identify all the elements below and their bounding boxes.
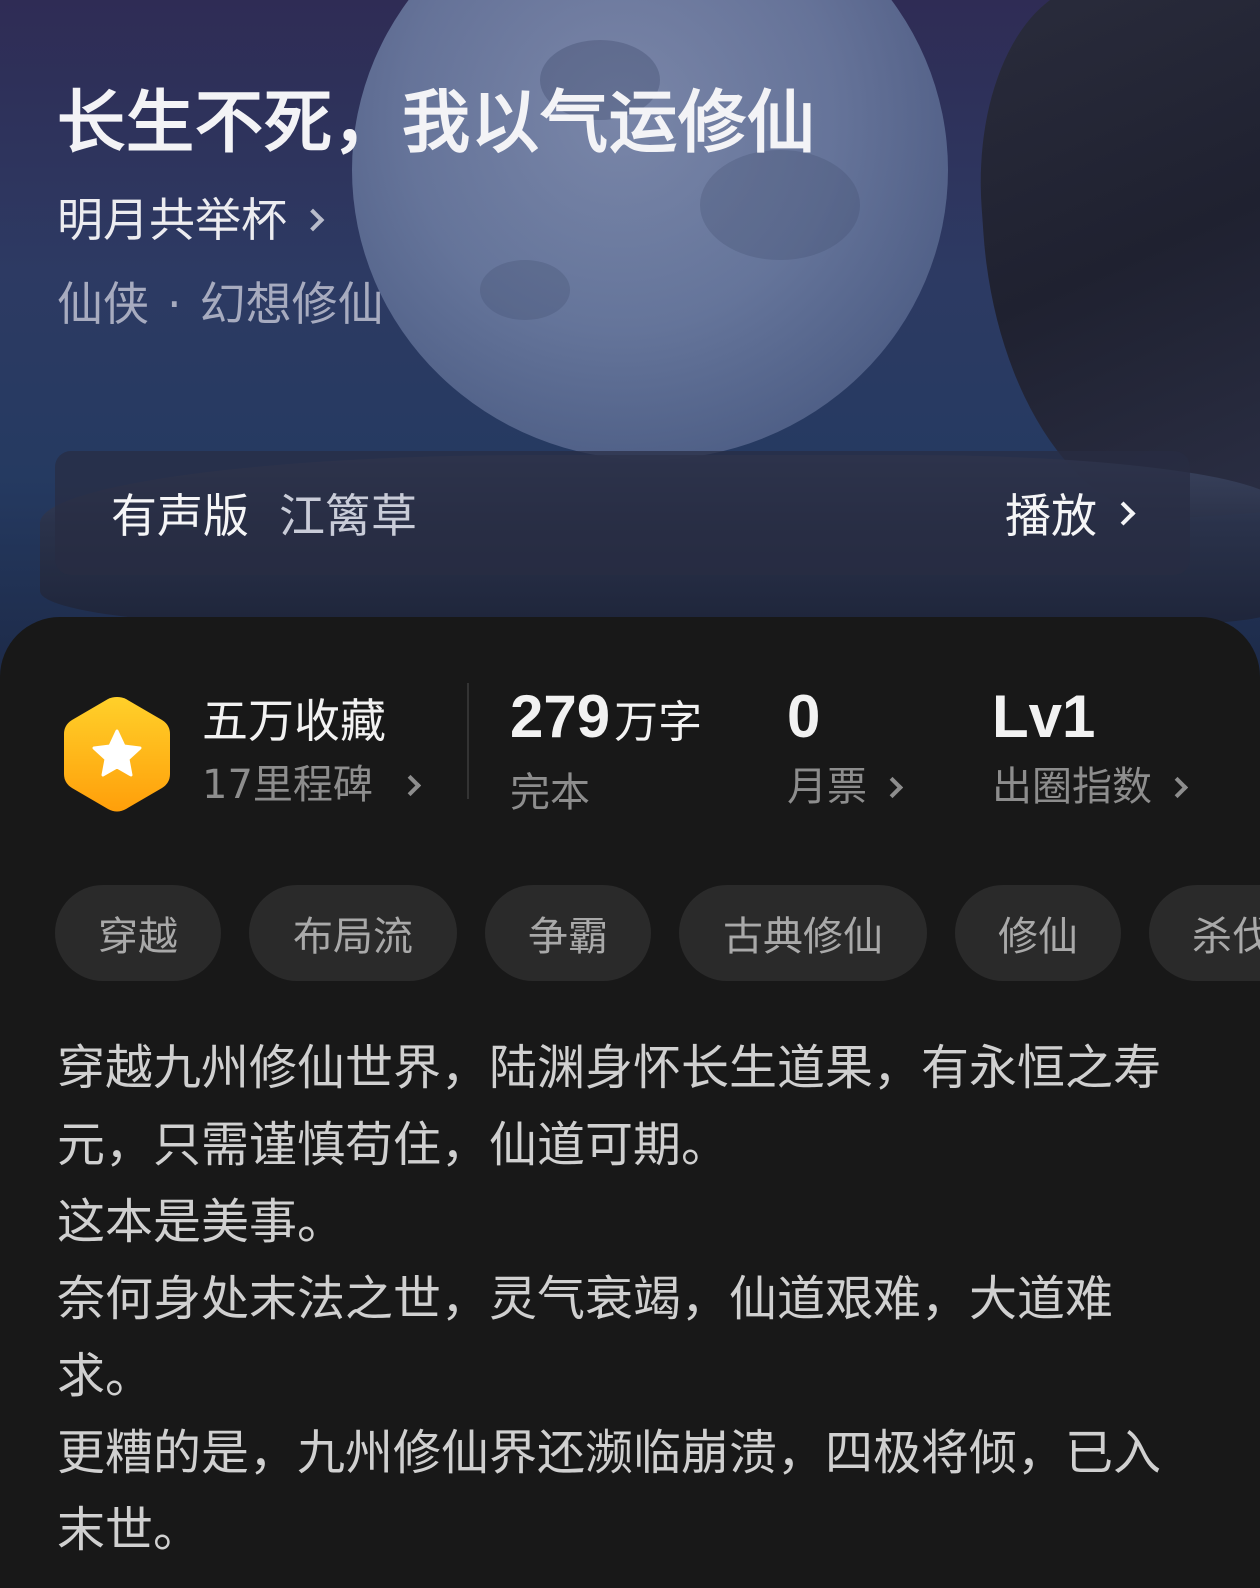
synopsis-paragraph: 更糟的是，九州修仙界还濒临崩溃，四极将倾，已入末世。: [57, 1425, 1162, 1558]
monthly-tickets-stat[interactable]: 0 月票: [787, 679, 904, 815]
tag-chip[interactable]: 穿越: [55, 885, 221, 981]
play-button[interactable]: 播放: [1005, 480, 1136, 546]
subgenre: 幻想修仙: [199, 277, 384, 331]
genre-separator: ·: [167, 277, 182, 331]
star-badge-icon: [62, 693, 172, 815]
author-name: 明月共举杯: [57, 193, 287, 247]
popularity-value: Lv1: [992, 683, 1096, 750]
book-info-panel: 五万收藏 17里程碑 279 万字 完本 0 月票 Lv1 出圈指数 穿越 布局…: [0, 617, 1260, 1588]
book-synopsis: 穿越九州修仙世界，陆渊身怀长生道果，有永恒之寿元，只需谨慎苟住，仙道可期。 这本…: [57, 1030, 1177, 1569]
hero-cover: 长生不死，我以气运修仙 明月共举杯 仙侠 · 幻想修仙 有声版 江篱草 播放: [0, 0, 1260, 680]
book-detail-page: 长生不死，我以气运修仙 明月共举杯 仙侠 · 幻想修仙 有声版 江篱草 播放 五…: [0, 0, 1260, 1588]
chevron-right-icon: [1111, 500, 1136, 526]
genre-line[interactable]: 仙侠 · 幻想修仙: [57, 272, 384, 336]
favorites-count: 五万收藏: [202, 694, 386, 748]
audiobook-label: 有声版: [111, 489, 249, 543]
popularity-label: 出圈指数: [992, 764, 1152, 810]
chevron-right-icon: [399, 774, 422, 796]
word-count-unit: 万字: [614, 697, 703, 748]
tag-list: 穿越 布局流 争霸 古典修仙 修仙 杀伐: [55, 885, 1260, 985]
word-count-value: 279: [510, 683, 611, 750]
synopsis-paragraph: 这本是美事。: [57, 1194, 346, 1250]
monthly-tickets-label: 月票: [787, 764, 867, 810]
play-label: 播放: [1005, 489, 1097, 543]
milestones-link[interactable]: 17里程碑: [202, 757, 422, 813]
chevron-right-icon: [881, 776, 904, 798]
stats-divider: [467, 683, 469, 799]
genre: 仙侠: [57, 277, 149, 331]
chevron-right-icon: [301, 208, 325, 232]
narrator-name: 江篱草: [279, 489, 417, 543]
milestones-label: 17里程碑: [202, 762, 373, 808]
tag-chip[interactable]: 古典修仙: [679, 885, 927, 981]
word-count-stat: 279 万字 完本: [510, 679, 702, 821]
completion-status: 完本: [510, 770, 590, 816]
book-title: 长生不死，我以气运修仙: [57, 83, 817, 163]
monthly-tickets-value: 0: [787, 683, 821, 750]
synopsis-paragraph: 奈何身处末法之世，灵气衰竭，仙道艰难，大道难求。: [57, 1271, 1114, 1404]
tag-chip[interactable]: 杀伐: [1149, 885, 1260, 981]
chevron-right-icon: [1166, 776, 1189, 798]
author-link[interactable]: 明月共举杯: [57, 188, 325, 252]
synopsis-paragraph: 穿越九州修仙世界，陆渊身怀长生道果，有永恒之寿元，只需谨慎苟住，仙道可期。: [57, 1040, 1162, 1173]
popularity-stat[interactable]: Lv1 出圈指数: [992, 679, 1189, 815]
tag-chip[interactable]: 争霸: [485, 885, 651, 981]
audiobook-bar[interactable]: 有声版 江篱草 播放: [55, 451, 1190, 575]
stats-row: 五万收藏 17里程碑 279 万字 完本 0 月票 Lv1 出圈指数: [0, 617, 1260, 847]
tag-chip[interactable]: 修仙: [955, 885, 1121, 981]
tag-chip[interactable]: 布局流: [249, 885, 457, 981]
